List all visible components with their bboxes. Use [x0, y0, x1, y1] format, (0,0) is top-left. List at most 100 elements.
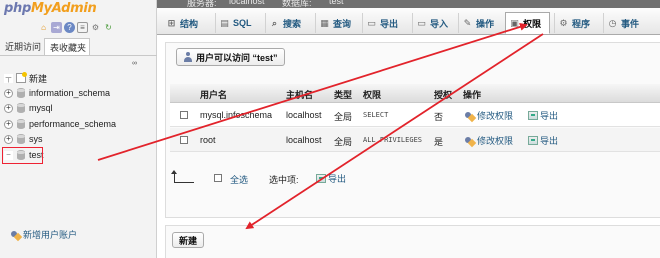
cell-grant: 是: [434, 137, 444, 147]
routines-icon: ⚙: [559, 17, 568, 28]
tree-item-label: sys: [29, 134, 43, 144]
tab-operations[interactable]: ✎ 操作: [458, 13, 494, 33]
cell-user: root: [200, 135, 216, 145]
edit-privileges-label: 修改权限: [477, 111, 514, 121]
expand-icon[interactable]: +: [4, 134, 13, 144]
tree-item-label: 新建: [29, 73, 48, 84]
add-user-account-link[interactable]: 新增用户账户: [11, 228, 77, 241]
tree-branch-icon: ┬: [4, 73, 13, 83]
export-link[interactable]: 导出: [528, 109, 558, 122]
tab-search[interactable]: ⌕ 搜索: [265, 13, 301, 33]
edit-privileges-link[interactable]: 修改权限: [465, 134, 513, 147]
phpmyadmin-logo[interactable]: phpMyAdmin: [4, 1, 97, 19]
highlight-box-test: [2, 147, 43, 164]
tab-recent[interactable]: 近期访问: [0, 38, 44, 55]
nav-icon-bar: ⌂ ⇥ ? ≡ ⚙ ↻: [38, 22, 114, 33]
select-all-checkbox[interactable]: [214, 174, 222, 182]
tab-favorites[interactable]: 表收藏夹: [44, 38, 91, 55]
main-content: 用户可以访问 “test” 用户名 主机名 类型 权限 授权 操作 mysql.…: [157, 36, 660, 258]
edit-user-icon: [465, 136, 475, 146]
tab-routines[interactable]: ⚙ 程序: [554, 13, 590, 33]
export-icon: [528, 136, 538, 145]
query-icon: ▦: [320, 17, 329, 28]
exit-icon[interactable]: ⇥: [51, 22, 62, 33]
tab-label: 操作: [476, 18, 495, 29]
breadcrumb: 服务器: localhost 数据库: test: [157, 0, 660, 8]
export-label: 导出: [540, 136, 559, 146]
breadcrumb-server-label: 服务器:: [187, 0, 217, 8]
new-fieldset: 新建: [165, 225, 660, 258]
export-selected-button[interactable]: 导出: [316, 172, 346, 185]
tree-item-new[interactable]: ┬ 新建: [4, 71, 47, 85]
logo-text-php: php: [4, 1, 31, 16]
tree-item-mysql[interactable]: + mysql: [4, 101, 53, 115]
column-header-privileges[interactable]: 权限: [363, 88, 381, 101]
tab-events[interactable]: ◷ 事件: [603, 13, 639, 33]
cell-type: 全局: [334, 112, 353, 122]
tab-query[interactable]: ▦ 查询: [315, 13, 351, 33]
import-icon: ▭: [417, 17, 426, 28]
column-header-action: 操作: [463, 90, 482, 100]
tab-label: 事件: [621, 18, 640, 29]
tab-label: 结构: [180, 18, 199, 29]
row-checkbox[interactable]: [180, 111, 188, 119]
column-header-grant[interactable]: 授权: [434, 88, 452, 101]
tab-export[interactable]: ▭ 导出: [362, 13, 398, 33]
tab-label: 查询: [333, 18, 352, 29]
nav-tabs: 近期访问 表收藏夹: [0, 38, 157, 56]
privileges-icon: ▣: [510, 17, 519, 28]
tab-privileges[interactable]: ▣ 权限: [505, 12, 550, 34]
column-header-user[interactable]: 用户名: [200, 88, 227, 101]
tab-structure[interactable]: ⊞ 结构: [163, 13, 198, 33]
breadcrumb-db-label: 数据库:: [282, 0, 312, 8]
tab-label: 程序: [572, 18, 591, 29]
privileges-legend: 用户可以访问 “test”: [176, 48, 285, 66]
home-icon[interactable]: ⌂: [38, 22, 49, 33]
user-icon: [183, 52, 193, 62]
tree-item-performance-schema[interactable]: + performance_schema: [4, 117, 116, 131]
export-link[interactable]: 导出: [528, 134, 558, 147]
docs-icon[interactable]: ≡: [77, 22, 88, 33]
with-selected-label: 选中项:: [269, 175, 299, 185]
tab-label: 权限: [523, 18, 542, 29]
table-row: mysql.infoschema localhost 全局 SELECT 否 修…: [170, 103, 660, 127]
cell-grant: 否: [434, 112, 444, 122]
tab-import[interactable]: ▭ 导入: [412, 13, 448, 33]
edit-privileges-label: 修改权限: [477, 136, 514, 146]
expand-icon[interactable]: +: [4, 88, 13, 98]
expand-icon[interactable]: +: [4, 119, 13, 129]
cell-privileges: ALL PRIVILEGES: [363, 136, 423, 144]
settings-icon[interactable]: ⚙: [90, 22, 101, 33]
edit-privileges-link[interactable]: 修改权限: [465, 109, 513, 122]
tab-label: SQL: [233, 18, 252, 28]
expand-icon[interactable]: +: [4, 103, 13, 113]
tree-item-information-schema[interactable]: + information_schema: [4, 86, 110, 100]
tab-label: 搜索: [283, 18, 302, 29]
database-icon: [16, 134, 26, 144]
select-all-label[interactable]: 全选: [230, 173, 248, 186]
export-icon: [316, 174, 326, 183]
add-user-icon: [11, 230, 21, 240]
breadcrumb-db[interactable]: test: [329, 0, 344, 6]
tree-item-sys[interactable]: + sys: [4, 132, 43, 146]
column-header-host[interactable]: 主机名: [286, 88, 313, 101]
export-selected-label: 导出: [328, 174, 347, 184]
collapse-all-icon[interactable]: ∞: [132, 60, 137, 67]
tab-sql[interactable]: ▤ SQL: [215, 13, 252, 33]
tab-label: 导出: [380, 18, 399, 29]
database-icon: [16, 103, 26, 113]
export-icon: [528, 111, 538, 120]
database-icon: [16, 119, 26, 129]
row-checkbox[interactable]: [180, 136, 188, 144]
tab-label: 导入: [430, 18, 449, 29]
help-icon[interactable]: ?: [64, 22, 75, 33]
export-icon: ▭: [367, 17, 376, 28]
tree-item-label: mysql: [29, 103, 53, 113]
breadcrumb-server[interactable]: localhost: [229, 0, 265, 6]
database-icon: [16, 88, 26, 98]
operations-icon: ✎: [463, 17, 472, 28]
column-header-type[interactable]: 类型: [334, 88, 352, 101]
arrow-up-icon: [171, 170, 194, 183]
privileges-table-header: 用户名 主机名 类型 权限 授权 操作: [170, 84, 660, 103]
reload-icon[interactable]: ↻: [103, 22, 114, 33]
